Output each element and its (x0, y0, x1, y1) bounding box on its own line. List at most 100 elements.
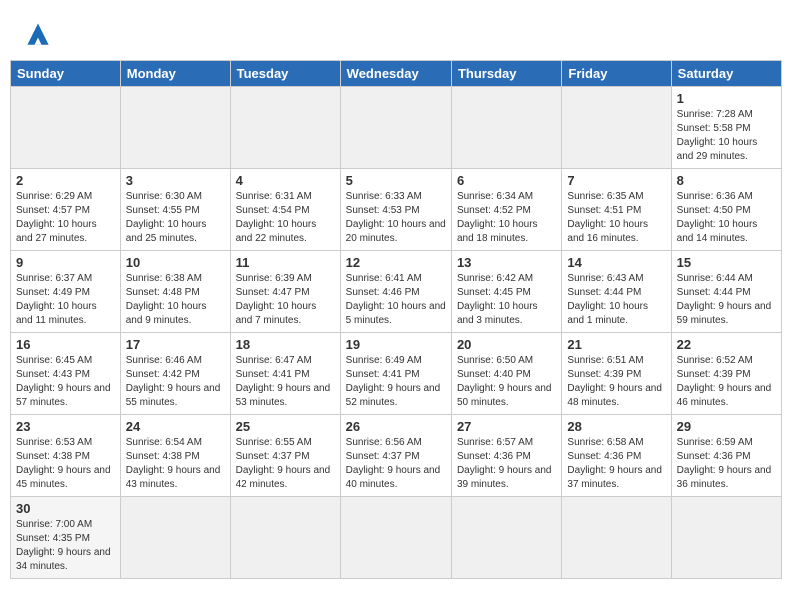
calendar-cell: 13Sunrise: 6:42 AM Sunset: 4:45 PM Dayli… (451, 251, 561, 333)
day-number: 4 (236, 173, 335, 188)
day-info: Sunrise: 6:52 AM Sunset: 4:39 PM Dayligh… (677, 354, 776, 410)
day-number: 25 (236, 419, 335, 434)
calendar-cell: 8Sunrise: 6:36 AM Sunset: 4:50 PM Daylig… (671, 169, 781, 251)
day-number: 15 (677, 255, 776, 270)
day-info: Sunrise: 6:44 AM Sunset: 4:44 PM Dayligh… (677, 272, 776, 328)
day-info: Sunrise: 6:39 AM Sunset: 4:47 PM Dayligh… (236, 272, 335, 328)
day-info: Sunrise: 6:54 AM Sunset: 4:38 PM Dayligh… (126, 436, 225, 492)
calendar-cell: 28 Sunrise: 6:58 AM Sunset: 4:36 PM Dayli… (562, 415, 671, 497)
calendar-cell: 5 Sunrise: 6:33 AM Sunset: 4:53 PM Daylig… (340, 169, 451, 251)
day-number: 17 (126, 337, 225, 352)
calendar-cell: 6Sunrise: 6:34 AM Sunset: 4:52 PM Daylig… (451, 169, 561, 251)
calendar-week-4: 16 Sunrise: 6:45 AM Sunset: 4:43 PM Dayli… (11, 333, 782, 415)
day-number: 10 (126, 255, 225, 270)
header (10, 10, 782, 55)
day-number: 2 (16, 173, 115, 188)
calendar-cell: 10 Sunrise: 6:38 AM Sunset: 4:48 PM Dayli… (120, 251, 230, 333)
day-info: Sunrise: 6:50 AM Sunset: 4:40 PM Dayligh… (457, 354, 556, 410)
day-info: Sunrise: 7:00 AM Sunset: 4:35 PM Dayligh… (16, 518, 115, 574)
calendar-cell (562, 87, 671, 169)
day-number: 19 (346, 337, 446, 352)
calendar-cell: 3Sunrise: 6:30 AM Sunset: 4:55 PM Daylig… (120, 169, 230, 251)
day-number: 29 (677, 419, 776, 434)
calendar-header-saturday: Saturday (671, 61, 781, 87)
day-number: 14 (567, 255, 665, 270)
calendar-week-3: 9 Sunrise: 6:37 AM Sunset: 4:49 PM Daylig… (11, 251, 782, 333)
day-info: Sunrise: 6:59 AM Sunset: 4:36 PM Dayligh… (677, 436, 776, 492)
day-info: Sunrise: 6:33 AM Sunset: 4:53 PM Dayligh… (346, 190, 446, 246)
calendar-cell: 9 Sunrise: 6:37 AM Sunset: 4:49 PM Daylig… (11, 251, 121, 333)
calendar-cell: 23 Sunrise: 6:53 AM Sunset: 4:38 PM Dayli… (11, 415, 121, 497)
day-info: Sunrise: 6:58 AM Sunset: 4:36 PM Dayligh… (567, 436, 665, 492)
day-info: Sunrise: 6:29 AM Sunset: 4:57 PM Dayligh… (16, 190, 115, 246)
calendar-cell (562, 497, 671, 579)
day-number: 18 (236, 337, 335, 352)
day-number: 23 (16, 419, 115, 434)
calendar-cell (340, 497, 451, 579)
calendar-cell: 19 Sunrise: 6:49 AM Sunset: 4:41 PM Dayli… (340, 333, 451, 415)
calendar-cell: 12 Sunrise: 6:41 AM Sunset: 4:46 PM Dayli… (340, 251, 451, 333)
day-number: 16 (16, 337, 115, 352)
calendar-header-monday: Monday (120, 61, 230, 87)
day-info: Sunrise: 6:31 AM Sunset: 4:54 PM Dayligh… (236, 190, 335, 246)
calendar-cell: 15 Sunrise: 6:44 AM Sunset: 4:44 PM Dayli… (671, 251, 781, 333)
day-info: Sunrise: 6:35 AM Sunset: 4:51 PM Dayligh… (567, 190, 665, 246)
calendar-cell: 17 Sunrise: 6:46 AM Sunset: 4:42 PM Dayli… (120, 333, 230, 415)
day-number: 13 (457, 255, 556, 270)
calendar-cell: 11 Sunrise: 6:39 AM Sunset: 4:47 PM Dayli… (230, 251, 340, 333)
calendar-header-wednesday: Wednesday (340, 61, 451, 87)
day-info: Sunrise: 6:37 AM Sunset: 4:49 PM Dayligh… (16, 272, 115, 328)
calendar-cell: 14 Sunrise: 6:43 AM Sunset: 4:44 PM Dayli… (562, 251, 671, 333)
day-info: Sunrise: 6:38 AM Sunset: 4:48 PM Dayligh… (126, 272, 225, 328)
day-info: Sunrise: 7:28 AM Sunset: 5:58 PM Dayligh… (677, 108, 776, 164)
day-number: 11 (236, 255, 335, 270)
day-number: 5 (346, 173, 446, 188)
day-info: Sunrise: 6:43 AM Sunset: 4:44 PM Dayligh… (567, 272, 665, 328)
logo (20, 20, 60, 50)
calendar-cell (120, 87, 230, 169)
day-info: Sunrise: 6:56 AM Sunset: 4:37 PM Dayligh… (346, 436, 446, 492)
calendar-cell (671, 497, 781, 579)
day-number: 1 (677, 91, 776, 106)
day-info: Sunrise: 6:49 AM Sunset: 4:41 PM Dayligh… (346, 354, 446, 410)
calendar-cell: 22 Sunrise: 6:52 AM Sunset: 4:39 PM Dayli… (671, 333, 781, 415)
calendar-cell: 18Sunrise: 6:47 AM Sunset: 4:41 PM Dayli… (230, 333, 340, 415)
calendar-cell: 25 Sunrise: 6:55 AM Sunset: 4:37 PM Dayli… (230, 415, 340, 497)
day-number: 3 (126, 173, 225, 188)
day-info: Sunrise: 6:41 AM Sunset: 4:46 PM Dayligh… (346, 272, 446, 328)
calendar-week-5: 23 Sunrise: 6:53 AM Sunset: 4:38 PM Dayli… (11, 415, 782, 497)
day-number: 6 (457, 173, 556, 188)
calendar-cell (120, 497, 230, 579)
calendar-week-2: 2 Sunrise: 6:29 AM Sunset: 4:57 PM Daylig… (11, 169, 782, 251)
calendar-cell: 4 Sunrise: 6:31 AM Sunset: 4:54 PM Daylig… (230, 169, 340, 251)
day-number: 12 (346, 255, 446, 270)
day-number: 20 (457, 337, 556, 352)
calendar-cell (451, 497, 561, 579)
day-info: Sunrise: 6:46 AM Sunset: 4:42 PM Dayligh… (126, 354, 225, 410)
calendar-cell: 2 Sunrise: 6:29 AM Sunset: 4:57 PM Daylig… (11, 169, 121, 251)
day-info: Sunrise: 6:55 AM Sunset: 4:37 PM Dayligh… (236, 436, 335, 492)
calendar-cell (340, 87, 451, 169)
day-info: Sunrise: 6:53 AM Sunset: 4:38 PM Dayligh… (16, 436, 115, 492)
day-info: Sunrise: 6:51 AM Sunset: 4:39 PM Dayligh… (567, 354, 665, 410)
calendar-cell (230, 87, 340, 169)
day-number: 9 (16, 255, 115, 270)
logo-icon (20, 20, 56, 50)
day-info: Sunrise: 6:36 AM Sunset: 4:50 PM Dayligh… (677, 190, 776, 246)
day-number: 21 (567, 337, 665, 352)
day-number: 28 (567, 419, 665, 434)
calendar-cell (451, 87, 561, 169)
calendar-header-friday: Friday (562, 61, 671, 87)
calendar-cell: 30Sunrise: 7:00 AM Sunset: 4:35 PM Dayli… (11, 497, 121, 579)
day-number: 27 (457, 419, 556, 434)
calendar-cell: 29 Sunrise: 6:59 AM Sunset: 4:36 PM Dayli… (671, 415, 781, 497)
day-number: 26 (346, 419, 446, 434)
calendar-cell: 7Sunrise: 6:35 AM Sunset: 4:51 PM Daylig… (562, 169, 671, 251)
day-number: 22 (677, 337, 776, 352)
calendar-cell: 24Sunrise: 6:54 AM Sunset: 4:38 PM Dayli… (120, 415, 230, 497)
calendar-header-tuesday: Tuesday (230, 61, 340, 87)
calendar-week-1: 1 Sunrise: 7:28 AM Sunset: 5:58 PM Daylig… (11, 87, 782, 169)
day-info: Sunrise: 6:45 AM Sunset: 4:43 PM Dayligh… (16, 354, 115, 410)
calendar-cell: 16 Sunrise: 6:45 AM Sunset: 4:43 PM Dayli… (11, 333, 121, 415)
calendar-week-6: 30Sunrise: 7:00 AM Sunset: 4:35 PM Dayli… (11, 497, 782, 579)
